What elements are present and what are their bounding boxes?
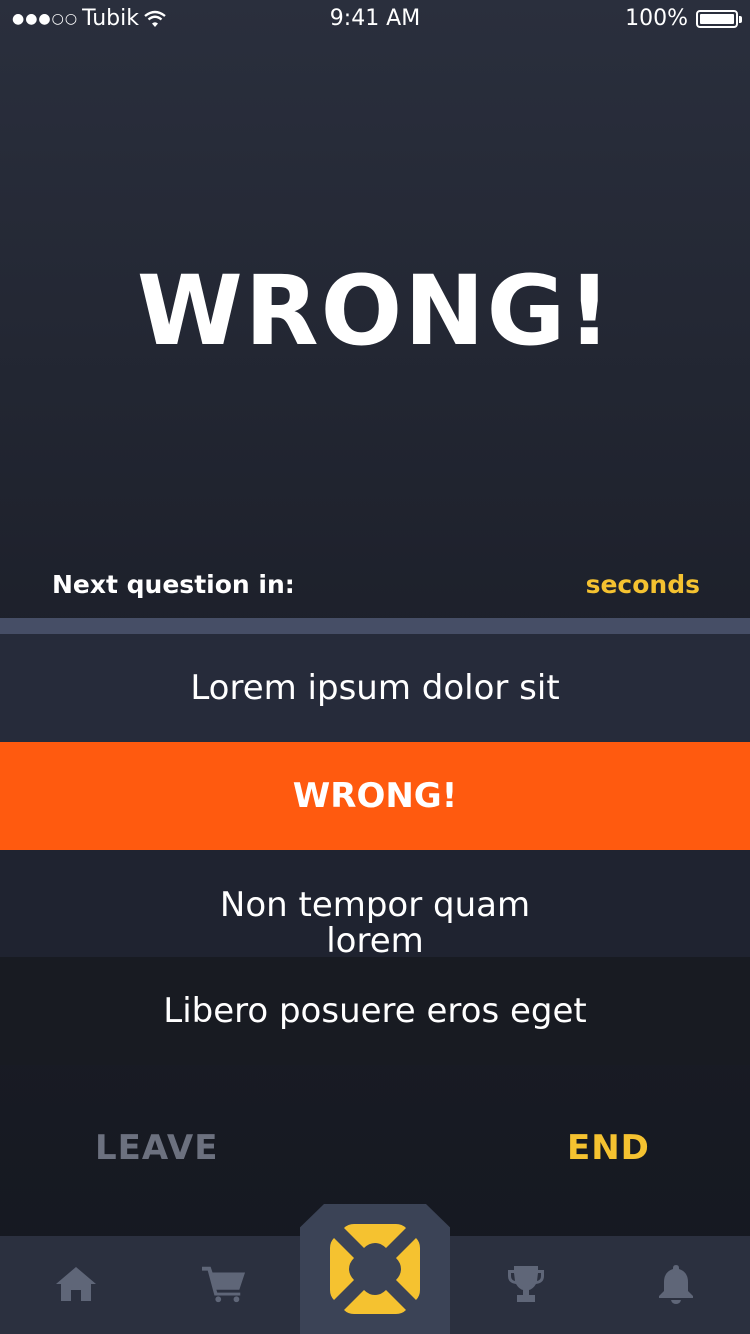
answer-option-label: Non tempor quam lorem [219,885,531,961]
tab-leaderboard[interactable] [504,1262,548,1306]
tab-notifications[interactable] [654,1262,698,1306]
home-icon [56,1267,96,1301]
answer-option-wrong[interactable]: WRONG! [0,742,750,850]
cart-icon [202,1266,246,1303]
battery-info: 100% [625,6,742,31]
trophy-icon [508,1266,544,1302]
quiz-logo-icon[interactable] [328,1222,422,1316]
answer-option-4[interactable]: Libero posuere eros eget [0,957,750,1065]
answer-option-label: WRONG! [292,776,458,816]
end-button[interactable]: END [567,1128,650,1168]
tab-shop[interactable] [202,1262,246,1306]
next-question-label: Next question in: [52,570,295,599]
bell-icon [659,1265,693,1304]
leave-button[interactable]: LEAVE [95,1128,218,1168]
battery-icon [696,9,742,28]
battery-percent: 100% [625,6,688,31]
result-heading: WRONG! [136,255,614,367]
status-bar: ●●●○○ Tubik 9:41 AM 100% [0,0,750,40]
seconds-label: seconds [585,570,700,599]
answer-option-label: Libero posuere eros eget [163,991,587,1031]
answer-option-3[interactable]: Non tempor quam lorem [0,850,750,961]
tab-home[interactable] [54,1262,98,1306]
answer-option-label: Lorem ipsum dolor sit [190,668,560,708]
answer-option-1[interactable]: Lorem ipsum dolor sit [0,634,750,742]
countdown-progress-bar [0,618,750,634]
